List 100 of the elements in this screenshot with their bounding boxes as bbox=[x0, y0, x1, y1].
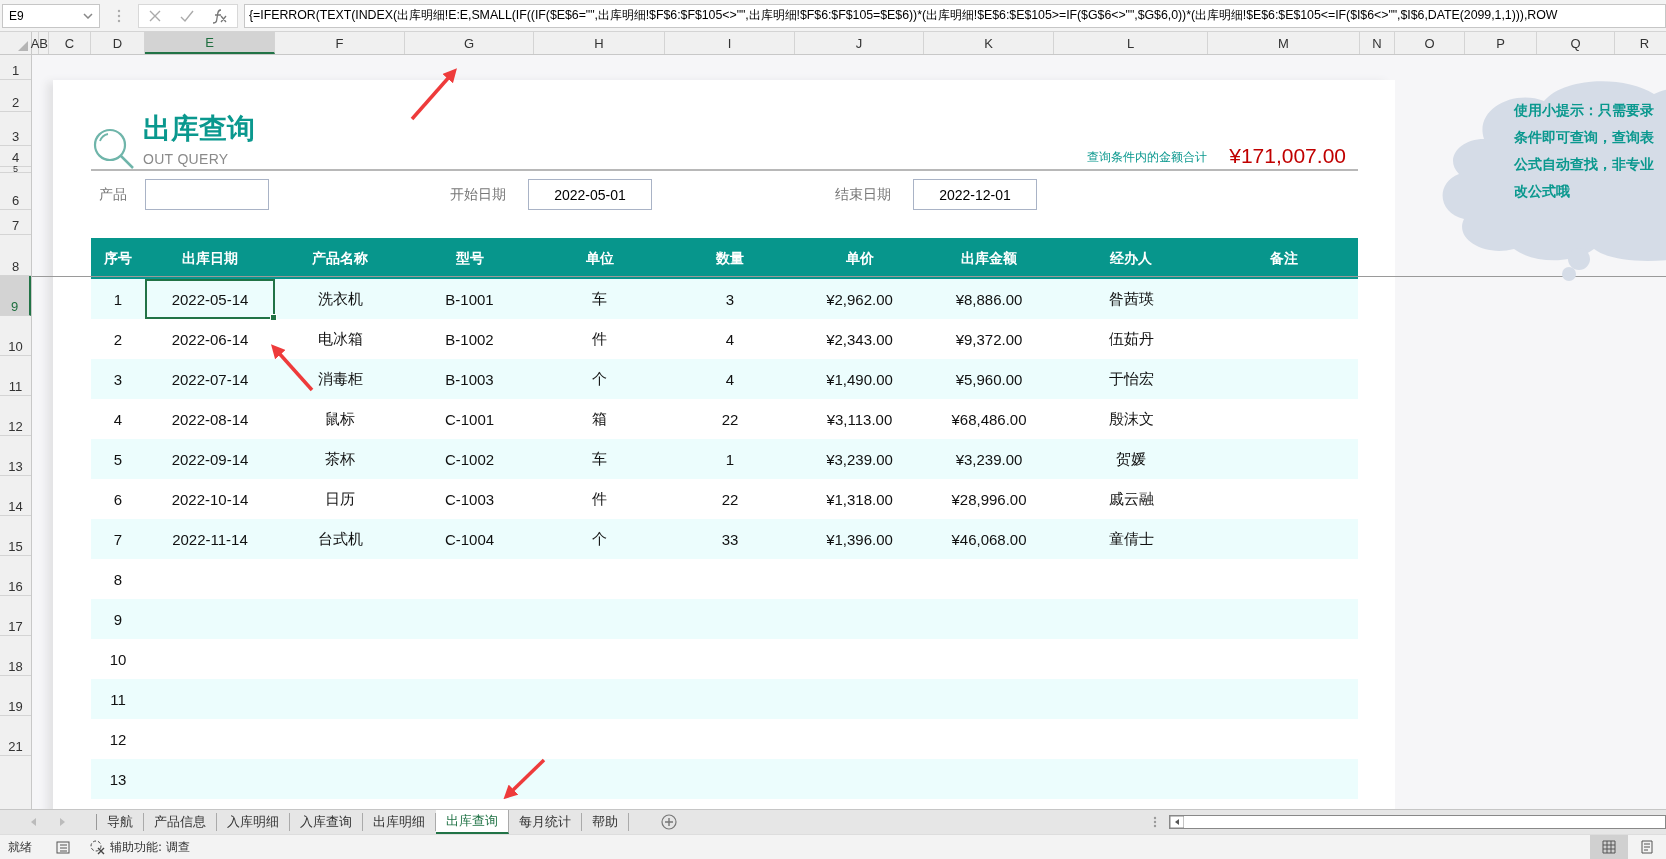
grid-icon bbox=[1602, 840, 1616, 854]
row-header[interactable]: 13 bbox=[0, 436, 31, 476]
scroll-left-icon[interactable] bbox=[1170, 816, 1184, 828]
row-header[interactable]: 5 bbox=[0, 167, 31, 173]
table-cell: ¥2,343.00 bbox=[826, 330, 893, 348]
grip-icon[interactable] bbox=[1153, 816, 1157, 828]
row-header[interactable]: 14 bbox=[0, 476, 31, 516]
sheet-tab[interactable]: 产品信息 bbox=[144, 813, 217, 831]
row-header[interactable]: 10 bbox=[0, 316, 31, 356]
table-cell: 3 bbox=[113, 370, 123, 388]
column-title: 出库金额 bbox=[960, 248, 1018, 268]
table-cell: C-1002 bbox=[444, 450, 495, 468]
accessibility-status[interactable]: 辅助功能: 调查 bbox=[110, 838, 190, 856]
row-header[interactable]: 18 bbox=[0, 636, 31, 676]
horizontal-scrollbar[interactable] bbox=[1169, 815, 1666, 829]
row-header[interactable]: 12 bbox=[0, 396, 31, 436]
table-cell: 3 bbox=[725, 290, 735, 308]
sheet-tab[interactable]: 帮助 bbox=[582, 813, 629, 831]
table-cell: C-1004 bbox=[444, 530, 495, 548]
column-title: 产品名称 bbox=[311, 248, 369, 268]
table-cell: 电冰箱 bbox=[317, 329, 363, 349]
row-header[interactable]: 3 bbox=[0, 112, 31, 146]
column-header[interactable]: N bbox=[1360, 32, 1395, 54]
filter-field[interactable]: 2022-12-01 bbox=[913, 179, 1037, 210]
column-header[interactable]: R bbox=[1615, 32, 1666, 54]
table-cell: ¥68,486.00 bbox=[951, 410, 1027, 428]
row-header[interactable]: 6 bbox=[0, 173, 31, 210]
table-cell: ¥2,962.00 bbox=[826, 290, 893, 308]
row-header[interactable]: 11 bbox=[0, 356, 31, 396]
accessibility-icon[interactable] bbox=[90, 839, 106, 855]
macro-icon[interactable] bbox=[56, 840, 70, 854]
column-header[interactable]: B bbox=[39, 32, 49, 54]
table-cell: 件 bbox=[592, 489, 607, 509]
formula-field[interactable]: {=IFERROR(TEXT(INDEX(出库明细!E:E,SMALL(IF((IF($E$6="",出库明细!$F$6:$F$105<>"",出库明细!$F$6:$F$105=$E$6))*(出库明细!$E$6:$E$105>=IF($G$6<>"",$G$6,0))*(出库明细!$E$6:$E$105<=IF($I$6<>"",$I$6,DATE(2099,1,1))),ROW bbox=[244, 3, 1666, 28]
row-header[interactable]: 15 bbox=[0, 516, 31, 556]
row-header[interactable]: 16 bbox=[0, 556, 31, 596]
add-sheet-icon[interactable] bbox=[661, 814, 677, 830]
filter-label: 结束日期 bbox=[834, 185, 892, 204]
dropdown-icon[interactable] bbox=[83, 12, 93, 19]
table-cell: 8 bbox=[113, 570, 123, 588]
normal-view-button[interactable] bbox=[1590, 835, 1628, 859]
table-cell: 6 bbox=[113, 490, 123, 508]
column-header[interactable]: H bbox=[534, 32, 665, 54]
row-header[interactable]: 17 bbox=[0, 596, 31, 636]
column-header[interactable]: E bbox=[145, 32, 275, 54]
sheet-tab[interactable]: 出库查询 bbox=[436, 810, 509, 834]
column-header[interactable]: M bbox=[1208, 32, 1360, 54]
column-header[interactable]: P bbox=[1465, 32, 1537, 54]
row-header[interactable]: 21 bbox=[0, 716, 31, 756]
column-header[interactable]: C bbox=[49, 32, 91, 54]
filter-field[interactable]: 2022-05-01 bbox=[528, 179, 652, 210]
column-header[interactable]: G bbox=[405, 32, 534, 54]
table-cell: 贺媛 bbox=[1116, 449, 1146, 469]
row-header[interactable]: 9 bbox=[0, 276, 31, 316]
row-header[interactable]: 19 bbox=[0, 676, 31, 716]
column-header[interactable]: J bbox=[795, 32, 924, 54]
row-header[interactable]: 2 bbox=[0, 80, 31, 112]
table-cell: ¥1,318.00 bbox=[826, 490, 893, 508]
column-header[interactable]: K bbox=[924, 32, 1054, 54]
page-title: 出库查询 bbox=[143, 114, 255, 145]
sheet-tab[interactable]: 入库查询 bbox=[290, 813, 363, 831]
next-sheet-icon[interactable] bbox=[59, 817, 66, 827]
table-cell: 戚云融 bbox=[1108, 489, 1154, 509]
column-header[interactable]: I bbox=[665, 32, 795, 54]
fill-handle[interactable] bbox=[270, 314, 277, 321]
column-header[interactable]: Q bbox=[1537, 32, 1615, 54]
table-cell: 台式机 bbox=[317, 529, 363, 549]
table-cell: 车 bbox=[592, 449, 607, 469]
table-cell: 4 bbox=[725, 330, 735, 348]
sheet-tab[interactable]: 每月统计 bbox=[509, 813, 582, 831]
table-cell: ¥3,113.00 bbox=[826, 410, 893, 428]
annotation-arrow bbox=[503, 758, 546, 800]
table-cell: 11 bbox=[110, 690, 126, 708]
row-header[interactable]: 4 bbox=[0, 146, 31, 167]
table-cell: C-1003 bbox=[444, 490, 495, 508]
page-icon bbox=[1640, 840, 1654, 854]
total-label: 查询条件内的金额合计 bbox=[1087, 149, 1208, 166]
select-all-icon[interactable] bbox=[18, 41, 28, 51]
row-header[interactable]: 1 bbox=[0, 55, 31, 80]
table-cell: 个 bbox=[592, 369, 607, 389]
column-header[interactable]: F bbox=[275, 32, 405, 54]
column-header[interactable]: A bbox=[32, 32, 39, 54]
previous-sheet-icon[interactable] bbox=[30, 817, 37, 827]
table-cell: 10 bbox=[109, 650, 127, 668]
column-header[interactable]: O bbox=[1395, 32, 1465, 54]
table-cell: 童倩士 bbox=[1108, 529, 1154, 549]
column-title: 经办人 bbox=[1109, 248, 1153, 268]
check-icon[interactable] bbox=[180, 8, 194, 23]
table-cell: ¥1,396.00 bbox=[826, 530, 893, 548]
row-header[interactable]: 7 bbox=[0, 210, 31, 235]
name-box[interactable]: E9 bbox=[2, 3, 100, 28]
cancel-icon[interactable] bbox=[148, 8, 162, 23]
function-icon[interactable] bbox=[212, 7, 228, 24]
table-cell: ¥46,068.00 bbox=[951, 530, 1027, 548]
filter-field[interactable] bbox=[145, 179, 269, 210]
sheet-tab[interactable]: 入库明细 bbox=[217, 813, 290, 831]
sheet-tab[interactable]: 导航 bbox=[97, 813, 144, 831]
column-header[interactable]: L bbox=[1054, 32, 1208, 54]
page-subtitle: OUT QUERY bbox=[143, 151, 230, 167]
table-cell: ¥3,239.00 bbox=[955, 450, 1023, 468]
